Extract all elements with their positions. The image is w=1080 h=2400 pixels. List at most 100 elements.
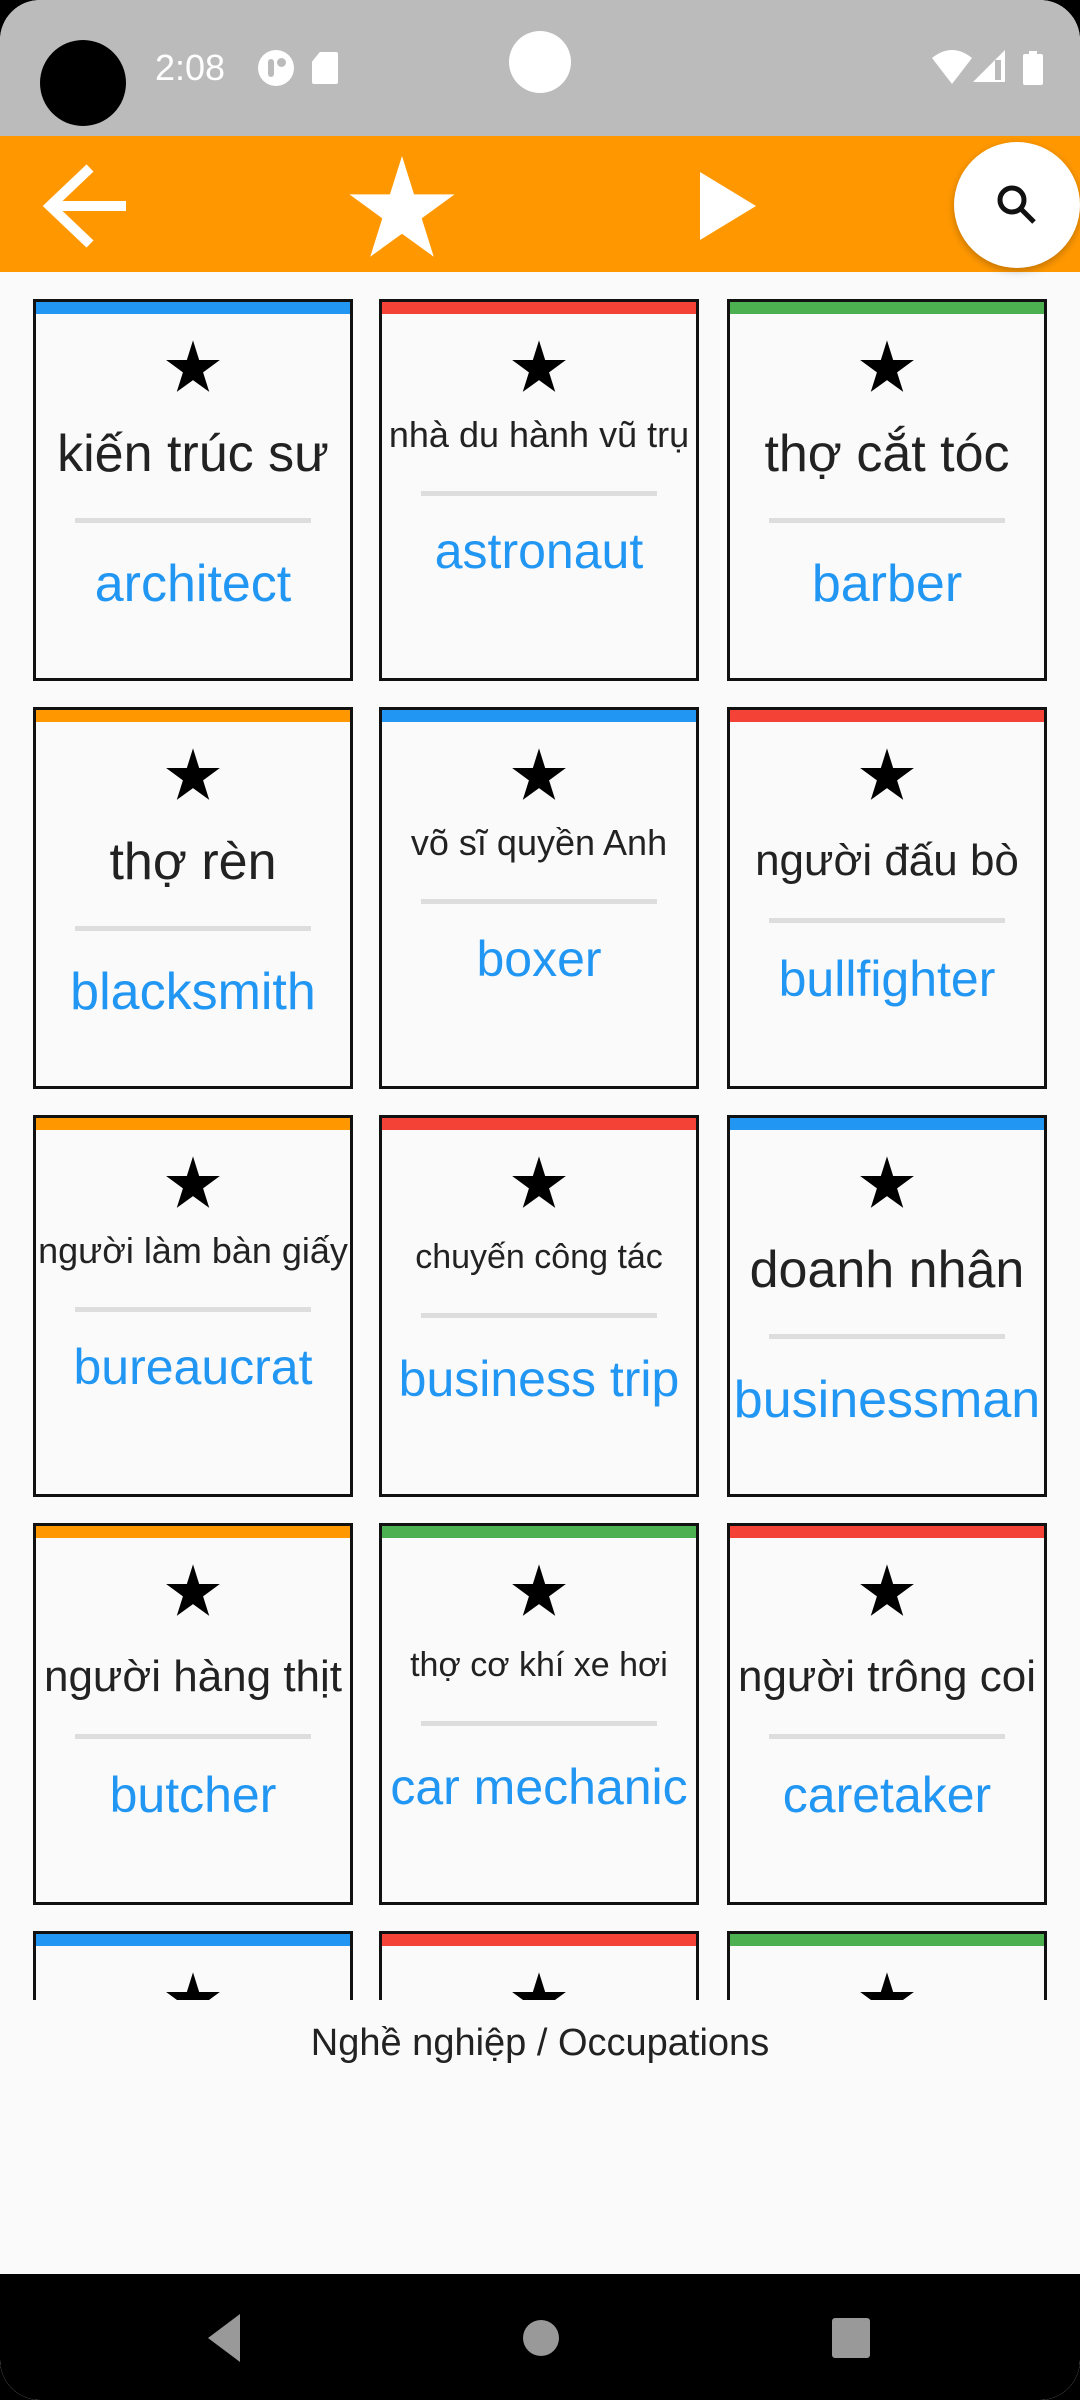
card-divider xyxy=(421,1313,657,1318)
card-divider xyxy=(421,491,657,496)
card-vietnamese-term: võ sĩ quyền Anh xyxy=(410,822,668,863)
app-screen: 2:08 kiến trúc sư architect nhà du hành … xyxy=(0,0,1080,2400)
card-divider xyxy=(75,926,311,931)
search-button[interactable] xyxy=(954,142,1080,268)
card-color-bar xyxy=(382,710,696,722)
nav-back-icon[interactable] xyxy=(190,2304,260,2374)
card-english-term: caretaker xyxy=(782,1767,992,1823)
card-color-bar xyxy=(730,1118,1044,1130)
flashcard[interactable]: người đấu bò bullfighter xyxy=(727,707,1047,1089)
star-icon[interactable] xyxy=(859,1564,915,1618)
card-color-bar xyxy=(36,302,350,314)
star-icon[interactable] xyxy=(511,1156,567,1210)
star-icon[interactable] xyxy=(165,340,221,394)
card-color-bar xyxy=(36,1526,350,1538)
card-color-bar xyxy=(730,710,1044,722)
back-button[interactable] xyxy=(30,158,140,250)
play-icon xyxy=(700,172,756,240)
card-english-term: boxer xyxy=(476,931,602,987)
flashcard[interactable]: người hàng thịt butcher xyxy=(33,1523,353,1905)
favorites-button[interactable] xyxy=(340,156,464,260)
play-button[interactable] xyxy=(680,166,776,246)
star-icon[interactable] xyxy=(511,748,567,802)
card-divider xyxy=(75,1734,311,1739)
search-icon xyxy=(997,185,1036,224)
card-english-term: bullfighter xyxy=(778,951,996,1007)
nav-recents-icon[interactable] xyxy=(816,2304,886,2374)
card-divider xyxy=(75,518,311,523)
flashcard[interactable]: doanh nhân businessman xyxy=(727,1115,1047,1497)
flashcard[interactable]: kiến trúc sư architect xyxy=(33,299,353,681)
sd-card-icon xyxy=(312,52,338,84)
card-english-term: business trip xyxy=(398,1351,680,1407)
card-vietnamese-term: thợ rèn xyxy=(109,833,277,891)
card-vietnamese-term: doanh nhân xyxy=(749,1241,1025,1299)
card-divider xyxy=(421,899,657,904)
card-color-bar xyxy=(36,1118,350,1130)
flashcard[interactable]: thợ rèn blacksmith xyxy=(33,707,353,1089)
category-caption: Nghề nghiệp / Occupations xyxy=(310,2022,770,2064)
card-divider xyxy=(421,1721,657,1726)
card-color-bar xyxy=(382,1934,696,1946)
card-english-term: bureaucrat xyxy=(73,1339,313,1395)
flashcard[interactable]: thợ cắt tóc barber xyxy=(727,299,1047,681)
star-icon[interactable] xyxy=(511,1972,567,2000)
star-icon[interactable] xyxy=(165,1972,221,2000)
card-color-bar xyxy=(36,710,350,722)
card-divider xyxy=(769,1734,1005,1739)
card-vietnamese-term: người đấu bò xyxy=(755,836,1019,885)
star-icon[interactable] xyxy=(859,1972,915,2000)
toolbar xyxy=(0,136,1080,272)
nav-home-icon[interactable] xyxy=(506,2304,576,2374)
flashcard[interactable]: võ sĩ quyền Anh boxer xyxy=(379,707,699,1089)
star-icon[interactable] xyxy=(165,748,221,802)
star-icon[interactable] xyxy=(859,748,915,802)
card-divider xyxy=(75,1307,311,1312)
card-vietnamese-term: thợ cắt tóc xyxy=(764,425,1010,483)
card-english-term: architect xyxy=(94,555,292,613)
flashcard[interactable] xyxy=(33,1931,353,2000)
card-vietnamese-term: chuyến công tác xyxy=(415,1238,663,1276)
status-time: 2:08 xyxy=(155,47,226,88)
star-icon[interactable] xyxy=(859,340,915,394)
card-vietnamese-term: người trông coi xyxy=(737,1652,1036,1701)
card-vietnamese-term: thợ cơ khí xe hơi xyxy=(410,1646,668,1684)
arrow-left-icon xyxy=(42,164,126,248)
card-color-bar xyxy=(730,1934,1044,1946)
flashcard[interactable]: nhà du hành vũ trụ astronaut xyxy=(379,299,699,681)
star-icon[interactable] xyxy=(859,1156,915,1210)
flashcard[interactable]: người trông coi caretaker xyxy=(727,1523,1047,1905)
flashcard[interactable] xyxy=(727,1931,1047,2000)
star-icon[interactable] xyxy=(511,340,567,394)
flashcard[interactable]: chuyến công tác business trip xyxy=(379,1115,699,1497)
star-icon[interactable] xyxy=(165,1156,221,1210)
card-color-bar xyxy=(382,1118,696,1130)
flashcard-grid[interactable]: kiến trúc sư architect nhà du hành vũ trụ a… xyxy=(0,272,1080,2000)
card-english-term: businessman xyxy=(733,1371,1041,1429)
card-color-bar xyxy=(382,302,696,314)
card-english-term: blacksmith xyxy=(70,963,316,1021)
card-divider xyxy=(769,518,1005,523)
screen-indicator-dot xyxy=(509,31,571,93)
card-vietnamese-term: người hàng thịt xyxy=(43,1652,343,1701)
camera-cutout xyxy=(40,40,126,126)
star-icon[interactable] xyxy=(165,1564,221,1618)
card-vietnamese-term: kiến trúc sư xyxy=(57,425,329,483)
system-nav-bar xyxy=(0,2274,1080,2400)
app-notification-icon xyxy=(258,50,294,86)
cell-signal-icon xyxy=(973,50,1005,82)
wifi-icon xyxy=(932,50,972,84)
card-color-bar xyxy=(382,1526,696,1538)
card-english-term: car mechanic xyxy=(390,1759,688,1815)
card-vietnamese-term: người làm bàn giấy xyxy=(38,1230,348,1271)
flashcard[interactable]: thợ cơ khí xe hơi car mechanic xyxy=(379,1523,699,1905)
star-icon[interactable] xyxy=(511,1564,567,1618)
status-bar: 2:08 xyxy=(0,0,1080,136)
battery-icon xyxy=(1023,51,1043,85)
card-color-bar xyxy=(730,302,1044,314)
card-english-term: butcher xyxy=(109,1767,277,1823)
card-divider xyxy=(769,918,1005,923)
flashcard[interactable] xyxy=(379,1931,699,2000)
card-english-term: astronaut xyxy=(434,523,644,579)
flashcard[interactable]: người làm bàn giấy bureaucrat xyxy=(33,1115,353,1497)
